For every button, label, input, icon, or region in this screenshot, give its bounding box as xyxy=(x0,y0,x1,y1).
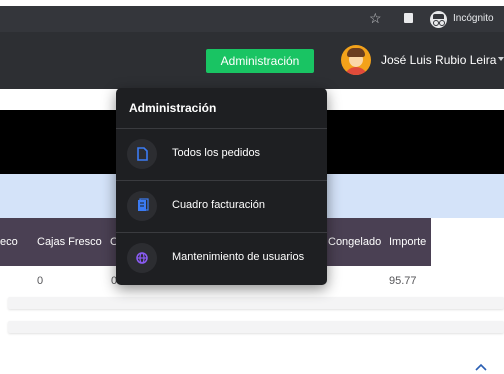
menu-item-label: Todos los pedidos xyxy=(172,147,261,159)
column-header: eco xyxy=(0,236,18,248)
browser-toolbar: ☆ Incógnito xyxy=(0,6,504,32)
extension-icon[interactable] xyxy=(404,13,413,23)
menu-item-label: Mantenimiento de usuarios xyxy=(172,251,305,263)
chevron-down-icon[interactable] xyxy=(498,57,504,61)
chevron-up-icon[interactable] xyxy=(474,360,488,374)
incognito-icon[interactable] xyxy=(430,11,447,28)
table-cell: 0 xyxy=(37,275,44,287)
menu-item-mantenimiento-de-usuarios[interactable]: Mantenimiento de usuarios xyxy=(116,233,327,284)
menu-item-label: Cuadro facturación xyxy=(172,199,265,211)
document-icon xyxy=(127,139,157,169)
invoice-icon xyxy=(127,191,157,221)
user-avatar[interactable] xyxy=(341,45,371,75)
administration-button[interactable]: Administración xyxy=(206,49,314,73)
column-header: Importe xyxy=(389,236,427,248)
administration-dropdown-menu: Administración Todos los pedidos Cuadro … xyxy=(116,88,327,285)
app-header: Administración José Luis Rubio Leira xyxy=(0,32,504,89)
menu-item-cuadro-facturacion[interactable]: Cuadro facturación xyxy=(116,181,327,232)
collapsed-section[interactable] xyxy=(8,297,504,309)
globe-icon xyxy=(127,243,157,273)
collapsed-section[interactable] xyxy=(8,321,504,333)
column-header: Congelado xyxy=(328,236,382,248)
table-cell: 95.77 xyxy=(389,275,417,287)
menu-item-todos-los-pedidos[interactable]: Todos los pedidos xyxy=(116,129,327,180)
column-header: Cajas Fresco xyxy=(37,236,102,248)
user-name[interactable]: José Luis Rubio Leira xyxy=(381,52,496,68)
bookmark-star-icon[interactable]: ☆ xyxy=(369,10,382,26)
menu-title: Administración xyxy=(129,101,217,115)
incognito-label: Incógnito xyxy=(453,13,494,24)
